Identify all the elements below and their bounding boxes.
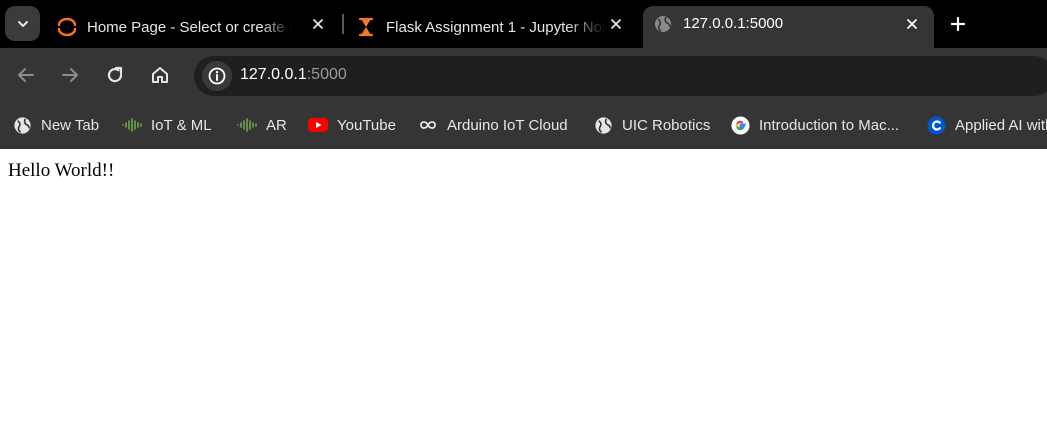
tab-search-button[interactable]	[5, 6, 40, 41]
youtube-icon	[308, 115, 328, 135]
bookmark-label: UIC Robotics	[622, 116, 711, 134]
arrow-right-icon	[62, 68, 78, 82]
bookmark-label: IoT & ML	[151, 116, 212, 134]
globe-icon	[12, 115, 32, 135]
close-icon[interactable]	[902, 14, 922, 34]
bookmark-arduino[interactable]: Arduino IoT Cloud	[418, 114, 568, 136]
bookmark-new-tab[interactable]: New Tab	[12, 114, 99, 136]
bookmark-ar[interactable]: AR	[237, 114, 287, 136]
site-info-button[interactable]	[202, 61, 232, 91]
bookmark-uic-robotics[interactable]: UIC Robotics	[593, 114, 710, 136]
arrow-left-icon	[18, 68, 34, 82]
tab-home-page[interactable]: Home Page - Select or create a notebook	[57, 6, 337, 48]
waveform-icon	[237, 115, 257, 135]
bookmarks-bar: New Tab IoT & ML AR YouTube Arduino IoT …	[0, 104, 1047, 149]
coursera-icon	[926, 115, 946, 135]
bookmark-iot-ml[interactable]: IoT & ML	[122, 114, 212, 136]
new-tab-button[interactable]	[946, 12, 970, 36]
url-text[interactable]: 127.0.0.1:5000	[240, 66, 347, 84]
tab-separator	[342, 14, 344, 34]
infinity-icon	[418, 115, 438, 135]
home-icon	[152, 67, 168, 83]
chevron-down-icon	[17, 20, 28, 27]
bookmark-label: Introduction to Mac...	[759, 116, 900, 134]
tab-title: Home Page - Select or create a notebook	[87, 18, 292, 36]
bookmark-label: Applied AI with	[955, 116, 1047, 134]
forward-button[interactable]	[59, 64, 81, 86]
bookmark-label: YouTube	[337, 116, 396, 134]
tab-flask-assignment[interactable]: Flask Assignment 1 - Jupyter Notebook	[356, 6, 636, 48]
reload-icon	[107, 66, 123, 83]
bookmark-youtube[interactable]: YouTube	[308, 114, 396, 136]
browser-toolbar: 127.0.0.1:5000	[0, 48, 1047, 104]
url-port: :5000	[306, 66, 347, 83]
plus-icon	[950, 16, 966, 32]
jupyter-icon	[57, 17, 77, 37]
globe-icon	[593, 115, 613, 135]
close-icon[interactable]	[308, 14, 328, 34]
google-icon	[730, 115, 750, 135]
address-bar[interactable]: 127.0.0.1:5000	[194, 56, 1047, 96]
close-icon[interactable]	[606, 14, 626, 34]
bookmark-intro-ml[interactable]: Introduction to Mac...	[730, 114, 899, 136]
home-button[interactable]	[149, 64, 171, 86]
waveform-icon	[122, 115, 142, 135]
bookmark-label: AR	[266, 116, 287, 134]
tab-title: 127.0.0.1:5000	[683, 15, 784, 32]
hourglass-icon	[356, 17, 376, 37]
bookmark-label: New Tab	[41, 116, 100, 134]
info-icon	[208, 67, 226, 85]
reload-button[interactable]	[104, 64, 126, 86]
url-host: 127.0.0.1	[240, 66, 307, 83]
tab-title: Flask Assignment 1 - Jupyter Notebook	[386, 18, 606, 36]
hello-world-text: Hello World!!	[8, 160, 115, 181]
page-content: Hello World!!	[0, 149, 1047, 437]
tab-localhost-active[interactable]: 127.0.0.1:5000	[643, 6, 934, 48]
globe-icon	[653, 14, 673, 39]
back-button[interactable]	[15, 64, 37, 86]
bookmark-applied-ai[interactable]: Applied AI with	[926, 114, 1047, 136]
tab-strip: Home Page - Select or create a notebook …	[0, 0, 1047, 48]
bookmark-label: Arduino IoT Cloud	[447, 116, 568, 134]
